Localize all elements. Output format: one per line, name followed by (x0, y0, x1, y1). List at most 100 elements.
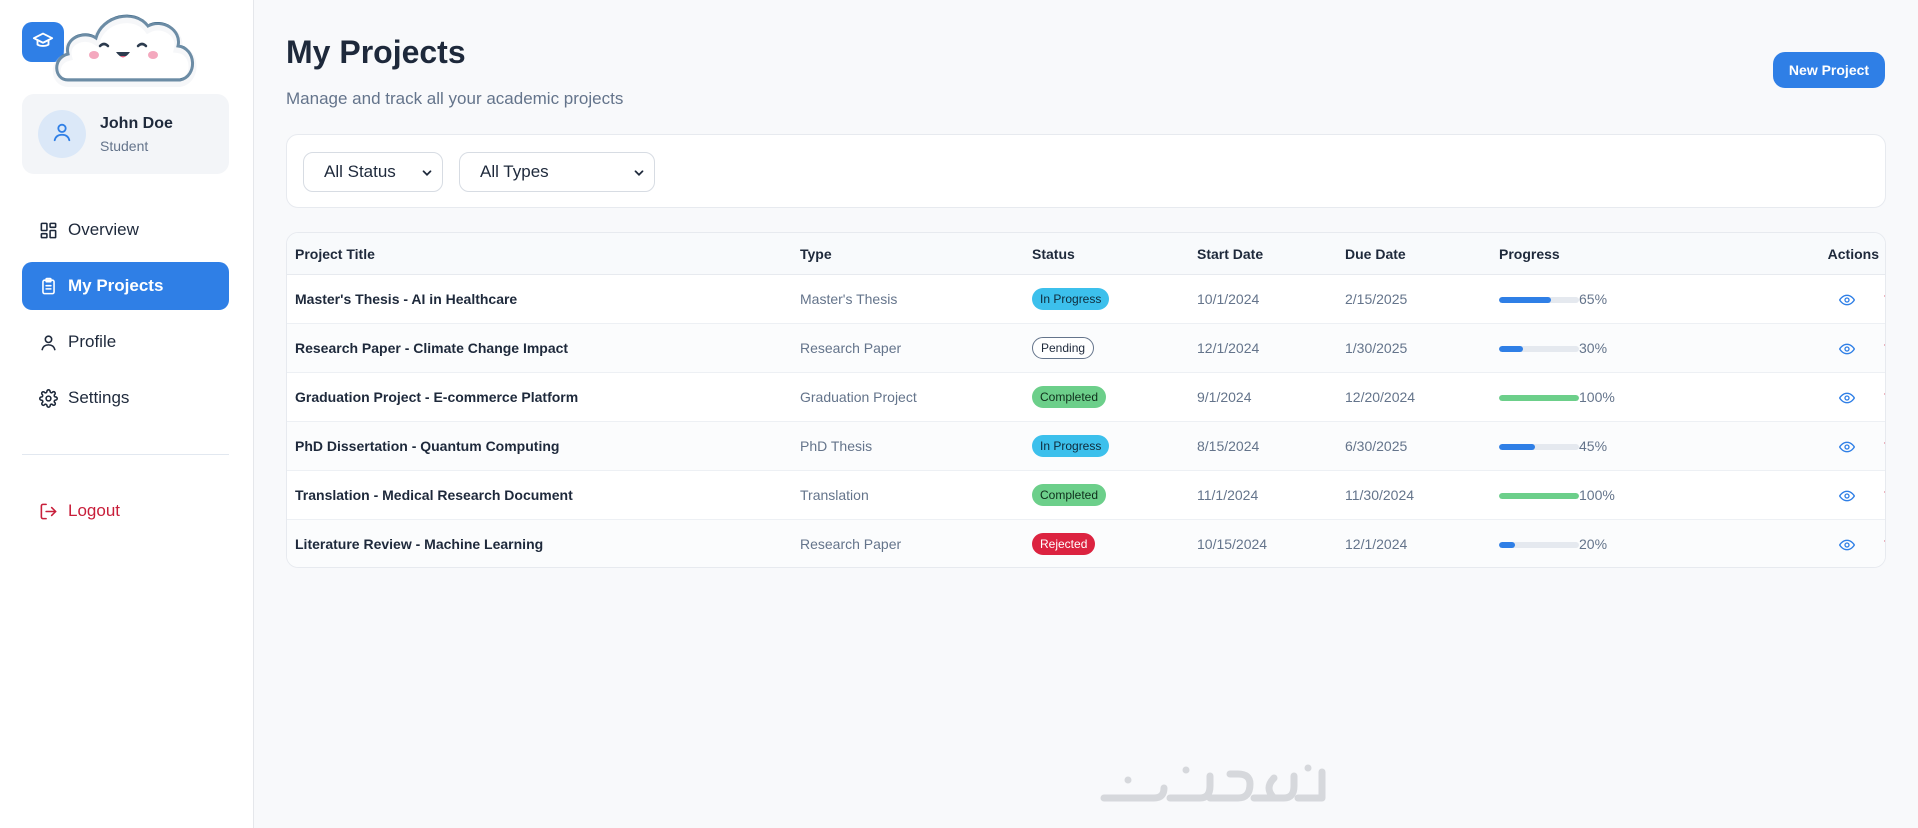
progress-bar-fill (1499, 346, 1523, 352)
column-header-progress: Progress (1499, 246, 1560, 262)
status-filter-value: All Status (324, 162, 396, 181)
type-filter-select[interactable]: All Types (459, 152, 655, 192)
main-content: My Projects Manage and track all your ac… (254, 0, 1918, 828)
logout-label: Logout (68, 501, 120, 520)
user-name: John Doe (100, 114, 173, 132)
status-badge: Pending (1032, 337, 1095, 359)
status-badge: Rejected (1032, 533, 1096, 555)
user-icon (51, 121, 73, 148)
progress-bar (1499, 297, 1579, 303)
trash-icon[interactable] (1882, 340, 1885, 358)
project-title: PhD Dissertation - Quantum Computing (295, 438, 560, 454)
grid-icon (38, 220, 58, 240)
progress-bar-fill (1499, 493, 1579, 499)
project-type: Research Paper (800, 536, 902, 552)
due-date: 11/30/2024 (1345, 487, 1415, 503)
eye-icon[interactable] (1838, 340, 1856, 358)
start-date: 8/15/2024 (1197, 438, 1260, 454)
user-role: Student (100, 137, 149, 154)
progress-bar (1499, 542, 1579, 548)
progress-bar (1499, 493, 1579, 499)
sidebar-item-overview[interactable]: Overview (22, 206, 229, 254)
sidebar-item-label: Profile (68, 332, 117, 351)
logout-icon (38, 501, 58, 521)
eye-icon[interactable] (1838, 389, 1856, 407)
chevron-down-icon (632, 165, 646, 179)
due-date: 12/20/2024 (1345, 389, 1416, 405)
progress-percent: 65% (1579, 291, 1608, 307)
sidebar-item-settings[interactable]: Settings (22, 374, 229, 422)
trash-icon[interactable] (1882, 291, 1885, 309)
due-date: 1/30/2025 (1345, 340, 1408, 356)
logout-button[interactable]: Logout (22, 487, 229, 535)
sidebar-item-label: Settings (68, 388, 130, 407)
project-title: Literature Review - Machine Learning (295, 536, 544, 552)
table-row[interactable]: Master's Thesis - AI in Healthcare Master… (287, 275, 1885, 324)
trash-icon[interactable] (1882, 438, 1885, 456)
chevron-down-icon (420, 165, 434, 179)
status-filter-select[interactable]: All Status (303, 152, 443, 192)
progress-bar-fill (1499, 444, 1535, 450)
progress-bar (1499, 444, 1579, 450)
project-type: Master's Thesis (800, 291, 898, 307)
project-type: Graduation Project (800, 389, 917, 405)
avatar (38, 110, 86, 158)
progress-bar (1499, 346, 1579, 352)
progress-bar (1499, 395, 1579, 401)
table-header: Project Title Type Status Start Date Due… (287, 233, 1885, 275)
project-type: PhD Thesis (800, 438, 873, 454)
progress-percent: 100% (1579, 487, 1615, 503)
type-filter-value: All Types (480, 162, 549, 181)
project-title: Research Paper - Climate Change Impact (295, 340, 569, 356)
eye-icon[interactable] (1838, 291, 1856, 309)
eye-icon[interactable] (1838, 487, 1856, 505)
sidebar-divider (22, 454, 229, 455)
project-type: Translation (800, 487, 869, 503)
trash-icon[interactable] (1882, 487, 1885, 505)
sidebar: John Doe Student Overview My Projects Pr… (0, 0, 254, 828)
table-row[interactable]: Research Paper - Climate Change Impact Re… (287, 324, 1885, 373)
sidebar-item-label: Overview (68, 220, 139, 239)
progress-bar-fill (1499, 395, 1579, 401)
status-badge: Completed (1032, 484, 1107, 506)
table-row[interactable]: Translation - Medical Research Document T… (287, 471, 1885, 520)
progress-percent: 30% (1579, 340, 1608, 356)
gear-icon (38, 388, 58, 408)
progress-bar-fill (1499, 297, 1551, 303)
sidebar-item-profile[interactable]: Profile (22, 318, 229, 366)
table-row[interactable]: Graduation Project - E-commerce Platform… (287, 373, 1885, 422)
page-subtitle: Manage and track all your academic proje… (286, 89, 624, 108)
progress-bar-fill (1499, 542, 1515, 548)
start-date: 10/1/2024 (1197, 291, 1260, 307)
due-date: 2/15/2025 (1345, 291, 1408, 307)
trash-icon[interactable] (1882, 536, 1885, 554)
table-row[interactable]: PhD Dissertation - Quantum Computing PhD … (287, 422, 1885, 471)
table-row[interactable]: Literature Review - Machine Learning Rese… (287, 520, 1885, 567)
column-header-status: Status (1032, 246, 1075, 262)
clipboard-icon (38, 276, 58, 296)
progress-percent: 45% (1579, 438, 1608, 454)
user-icon (38, 332, 58, 352)
column-header-actions: Actions (1827, 246, 1879, 262)
khamsat-logo-watermark (1098, 758, 1330, 814)
trash-icon[interactable] (1882, 389, 1885, 407)
column-header-title: Project Title (295, 246, 375, 262)
sidebar-item-label: My Projects (68, 276, 164, 295)
user-card[interactable]: John Doe Student (22, 94, 229, 174)
progress-percent: 100% (1579, 389, 1615, 405)
column-header-start-date: Start Date (1197, 246, 1264, 262)
sidebar-nav: Overview My Projects Profile Settings (22, 206, 229, 430)
status-badge: In Progress (1032, 288, 1110, 310)
projects-table: Project Title Type Status Start Date Due… (286, 232, 1886, 568)
status-badge: Completed (1032, 386, 1107, 408)
eye-icon[interactable] (1838, 536, 1856, 554)
sidebar-item-my-projects[interactable]: My Projects (22, 262, 229, 310)
start-date: 9/1/2024 (1197, 389, 1252, 405)
new-project-button[interactable]: New Project (1773, 52, 1885, 88)
project-title: Master's Thesis - AI in Healthcare (295, 291, 518, 307)
eye-icon[interactable] (1838, 438, 1856, 456)
status-badge: In Progress (1032, 435, 1110, 457)
start-date: 12/1/2024 (1197, 340, 1260, 356)
due-date: 6/30/2025 (1345, 438, 1408, 454)
start-date: 10/15/2024 (1197, 536, 1268, 552)
